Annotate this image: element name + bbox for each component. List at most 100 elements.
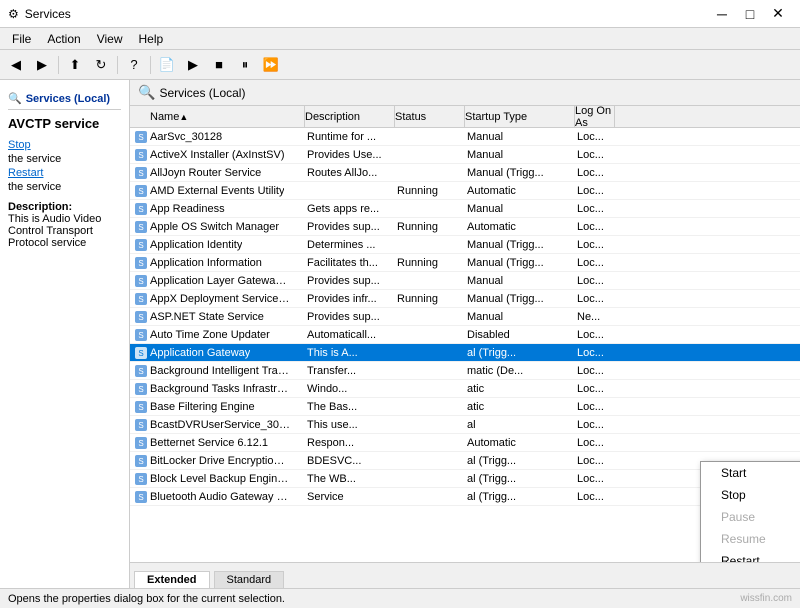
table-row[interactable]: S App Readiness Gets apps re... Manual L… bbox=[130, 200, 800, 218]
table-row[interactable]: S Application Gateway This is A... al (T… bbox=[130, 344, 800, 362]
table-row[interactable]: S Background Intelligent Tran... Transfe… bbox=[130, 362, 800, 380]
menu-help[interactable]: Help bbox=[131, 30, 172, 48]
table-row[interactable]: S Apple OS Switch Manager Provides sup..… bbox=[130, 218, 800, 236]
table-row[interactable]: S AarSvc_30128 Runtime for ... Manual Lo… bbox=[130, 128, 800, 146]
toolbar-stop[interactable]: ■ bbox=[207, 54, 231, 76]
col-header-name[interactable]: Name ▲ bbox=[130, 106, 305, 127]
table-row[interactable]: S ActiveX Installer (AxInstSV) Provides … bbox=[130, 146, 800, 164]
cell-startup: al (Trigg... bbox=[465, 347, 575, 359]
cell-startup: Manual (Trigg... bbox=[465, 167, 575, 179]
table-row[interactable]: S Auto Time Zone Updater Automaticall...… bbox=[130, 326, 800, 344]
cell-logon: Loc... bbox=[575, 203, 615, 215]
service-icon: S bbox=[134, 364, 148, 378]
cell-service-name: S ASP.NET State Service bbox=[130, 310, 305, 324]
service-icon: S bbox=[134, 148, 148, 162]
right-panel-header: 🔍 Services (Local) bbox=[130, 80, 800, 106]
table-header: Name ▲ Description Status Startup Type L… bbox=[130, 106, 800, 128]
svg-text:S: S bbox=[138, 403, 143, 412]
table-row[interactable]: S Betternet Service 6.12.1 Respon... Aut… bbox=[130, 434, 800, 452]
svg-text:S: S bbox=[138, 421, 143, 430]
cell-startup: Disabled bbox=[465, 329, 575, 341]
cell-service-name: S Auto Time Zone Updater bbox=[130, 328, 305, 342]
stop-link-container: Stop the service bbox=[8, 139, 121, 165]
cell-startup: Manual bbox=[465, 149, 575, 161]
cell-description: BDESVC... bbox=[305, 455, 395, 467]
col-header-logon[interactable]: Log On As bbox=[575, 106, 615, 127]
toolbar-help[interactable]: ? bbox=[122, 54, 146, 76]
svg-text:S: S bbox=[138, 349, 143, 358]
svg-text:S: S bbox=[138, 223, 143, 232]
menu-action[interactable]: Action bbox=[39, 30, 88, 48]
service-icon: S bbox=[134, 310, 148, 324]
table-row[interactable]: S Base Filtering Engine The Bas... atic … bbox=[130, 398, 800, 416]
cell-service-name: S ActiveX Installer (AxInstSV) bbox=[130, 148, 305, 162]
svg-text:S: S bbox=[138, 331, 143, 340]
cell-description: Gets apps re... bbox=[305, 203, 395, 215]
ctx-item-resume: Resume bbox=[701, 528, 800, 550]
table-row[interactable]: S AllJoyn Router Service Routes AllJo...… bbox=[130, 164, 800, 182]
cell-startup: atic bbox=[465, 401, 575, 413]
ctx-item-start[interactable]: Start bbox=[701, 462, 800, 484]
svg-text:S: S bbox=[138, 493, 143, 502]
cell-service-name: S AMD External Events Utility bbox=[130, 184, 305, 198]
svg-text:S: S bbox=[138, 475, 143, 484]
table-row[interactable]: S Application Layer Gateway S... Provide… bbox=[130, 272, 800, 290]
service-row-icon: S bbox=[134, 166, 148, 180]
tab-standard[interactable]: Standard bbox=[214, 571, 285, 588]
col-header-status[interactable]: Status bbox=[395, 106, 465, 127]
restart-service-link[interactable]: Restart bbox=[8, 167, 121, 179]
service-row-icon: S bbox=[134, 454, 148, 468]
minimize-button[interactable]: ─ bbox=[708, 4, 736, 24]
service-icon: S bbox=[134, 274, 148, 288]
stop-service-link[interactable]: Stop bbox=[8, 139, 121, 151]
table-row[interactable]: S AppX Deployment Service (A... Provides… bbox=[130, 290, 800, 308]
app-icon: ⚙ bbox=[8, 7, 19, 21]
table-row[interactable]: S ASP.NET State Service Provides sup... … bbox=[130, 308, 800, 326]
toolbar-refresh[interactable]: ↻ bbox=[89, 54, 113, 76]
table-row[interactable]: S Background Tasks Infrastruc... Windo..… bbox=[130, 380, 800, 398]
cell-startup: Manual bbox=[465, 275, 575, 287]
cell-logon: Loc... bbox=[575, 401, 615, 413]
col-header-desc[interactable]: Description bbox=[305, 106, 395, 127]
menu-bar: File Action View Help bbox=[0, 28, 800, 50]
cell-service-name: S AllJoyn Router Service bbox=[130, 166, 305, 180]
cell-logon: Loc... bbox=[575, 221, 615, 233]
toolbar-start[interactable]: ▶ bbox=[181, 54, 205, 76]
toolbar-up[interactable]: ⬆ bbox=[63, 54, 87, 76]
service-row-icon: S bbox=[134, 310, 148, 324]
col-header-startup[interactable]: Startup Type bbox=[465, 106, 575, 127]
title-bar-controls: ─ □ ✕ bbox=[708, 4, 792, 24]
cell-status: Running bbox=[395, 257, 465, 269]
toolbar-forward[interactable]: ▶ bbox=[30, 54, 54, 76]
table-row[interactable]: S Application Identity Determines ... Ma… bbox=[130, 236, 800, 254]
table-row[interactable]: S AMD External Events Utility Running Au… bbox=[130, 182, 800, 200]
service-row-icon: S bbox=[134, 202, 148, 216]
toolbar-pause[interactable]: ⏸ bbox=[233, 54, 257, 76]
service-row-icon: S bbox=[134, 328, 148, 342]
table-row[interactable]: S Application Information Facilitates th… bbox=[130, 254, 800, 272]
services-table: Name ▲ Description Status Startup Type L… bbox=[130, 106, 800, 562]
cell-service-name: S Apple OS Switch Manager bbox=[130, 220, 305, 234]
ctx-item-restart[interactable]: Restart bbox=[701, 550, 800, 562]
ctx-item-stop[interactable]: Stop bbox=[701, 484, 800, 506]
cell-status: Running bbox=[395, 221, 465, 233]
svg-text:S: S bbox=[138, 133, 143, 142]
menu-file[interactable]: File bbox=[4, 30, 39, 48]
cell-logon: Loc... bbox=[575, 257, 615, 269]
tab-extended[interactable]: Extended bbox=[134, 571, 210, 588]
cell-service-name: S BcastDVRUserService_30128 bbox=[130, 418, 305, 432]
toolbar-back[interactable]: ◀ bbox=[4, 54, 28, 76]
cell-service-name: S Background Tasks Infrastruc... bbox=[130, 382, 305, 396]
close-button[interactable]: ✕ bbox=[764, 4, 792, 24]
cell-service-name: S AppX Deployment Service (A... bbox=[130, 292, 305, 306]
service-row-icon: S bbox=[134, 490, 148, 504]
menu-view[interactable]: View bbox=[89, 30, 131, 48]
toolbar-resume[interactable]: ⏩ bbox=[259, 54, 283, 76]
header-magnifier-icon: 🔍 bbox=[138, 84, 155, 101]
service-icon: S bbox=[134, 292, 148, 306]
maximize-button[interactable]: □ bbox=[736, 4, 764, 24]
context-menu: StartStopPauseResumeRestartAll Tasks▶Ref… bbox=[700, 461, 800, 562]
table-row[interactable]: S BcastDVRUserService_30128 This use... … bbox=[130, 416, 800, 434]
toolbar-export[interactable]: 📄 bbox=[155, 54, 179, 76]
title-bar-left: ⚙ Services bbox=[8, 7, 71, 21]
